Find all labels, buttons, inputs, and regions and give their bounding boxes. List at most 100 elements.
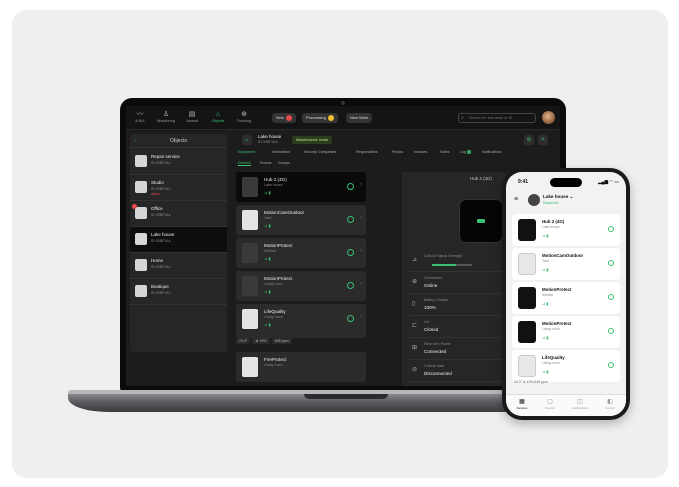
object-tabs: Equipment Information Security Companies…	[238, 150, 558, 158]
nav-ajax[interactable]: 〰 AJAX	[128, 110, 152, 123]
device-item-motionprotect-kitchen[interactable]: MotionProtect Kitchen ⊿ ▮ ›	[236, 238, 366, 268]
subtab-rooms[interactable]: Rooms	[260, 161, 271, 165]
nav-journal[interactable]: ▤ Journal	[180, 110, 204, 123]
nav-monitoring[interactable]: ♙ Monitoring	[154, 110, 178, 123]
check-icon	[608, 328, 614, 334]
alert-marker	[132, 204, 137, 209]
user-avatar[interactable]	[542, 111, 555, 124]
phone-device-motionprotect-living[interactable]: MotionProtect Living room ⊿ ▮	[512, 316, 620, 348]
check-icon	[608, 362, 614, 368]
phone-device-lifequality[interactable]: LifeQuality Living room ⊿ ▮	[512, 350, 620, 382]
device-status-icons: ⊿ ▮	[264, 289, 271, 294]
objects-panel-header: ‹ Objects	[130, 134, 227, 148]
subtab-groups[interactable]: Groups	[278, 161, 290, 165]
nav-objects[interactable]: ⌂ Objects	[206, 110, 230, 123]
settings-icon[interactable]: ⚙	[524, 135, 534, 145]
phone-object-title[interactable]: Lake house ⌄	[543, 194, 573, 200]
tab-equipment[interactable]: Equipment	[238, 150, 255, 154]
phone-tab-bar: ▦ Devices ▢ Rooms ◫ Notifications ◧ Control	[506, 394, 626, 416]
phone-device-motionprotect-kitchen[interactable]: MotionProtect Kitchen ⊿ ▮	[512, 282, 620, 314]
tab-responsibles[interactable]: Responsibles	[356, 150, 378, 154]
phone-tab-rooms[interactable]: ▢ Rooms	[538, 398, 562, 410]
object-item-lake-house[interactable]: Lake house ID 00BF1A4	[130, 227, 227, 253]
tab-information[interactable]: Information	[272, 150, 290, 154]
device-thumbnail	[518, 219, 536, 241]
tab-notifications[interactable]: Notifications	[482, 150, 502, 154]
device-item-fireprotect[interactable]: FireProtect Living room	[236, 352, 366, 382]
new-work-button[interactable]: New Work	[346, 113, 373, 123]
device-thumbnail	[518, 321, 536, 343]
phone-tab-devices[interactable]: ▦ Devices	[510, 398, 534, 410]
device-list: Hub 2 (4G) Lake house ⊿ ▮ › MotionCamOutdoo…	[236, 172, 366, 386]
object-item-boutique[interactable]: Boutique ID 00BF1A4	[130, 279, 227, 305]
object-item-home[interactable]: Home ID 00BF1A4	[130, 253, 227, 279]
phone-device-hub[interactable]: Hub 2 (4G) Lake house ⊿ ▮	[512, 214, 620, 246]
tab-invoices[interactable]: Invoices	[414, 150, 427, 154]
alarm-label: Alarm	[151, 192, 161, 196]
laptop-screen: 〰 AJAX ♙ Monitoring ▤ Journal ⌂ Objects ⊕ Tra…	[126, 106, 560, 386]
processing-count-dot	[327, 114, 334, 121]
object-title: Lake house	[258, 134, 282, 139]
tab-security-companies[interactable]: Security Companies	[304, 150, 336, 154]
signal-icon: ⊿	[412, 257, 418, 263]
subtab-devices[interactable]: Devices	[238, 161, 251, 166]
phone-time: 9:41	[518, 179, 529, 185]
check-icon	[608, 294, 614, 300]
nav-tracking[interactable]: ⊕ Tracking	[232, 110, 256, 123]
device-status-icons: ⊿ ▮	[542, 268, 549, 272]
connection-icon: ⊕	[412, 279, 418, 285]
laptop-camera	[341, 101, 345, 105]
object-thumbnail	[135, 233, 147, 245]
tab-notes[interactable]: Notes	[440, 150, 449, 154]
search-icon: ⌕	[461, 115, 464, 121]
devices-icon: ▦	[519, 399, 525, 405]
dynamic-island	[550, 178, 582, 187]
chevron-right-icon: ›	[360, 281, 362, 287]
check-icon	[608, 226, 614, 232]
alarm-count-dot	[286, 114, 293, 121]
object-item-repair-service[interactable]: Repair service ID 00BF1A4	[130, 149, 227, 175]
processing-button[interactable]: Processing	[302, 113, 338, 123]
device-item-hub[interactable]: Hub 2 (4G) Lake house ⊿ ▮ ›	[236, 172, 366, 202]
battery-icon: ▯	[412, 301, 416, 307]
device-thumbnail	[518, 287, 536, 309]
chevron-right-icon: ›	[360, 314, 362, 320]
back-arrow-icon[interactable]: ‹	[134, 134, 136, 148]
device-status-icons: ⊿ ▮	[542, 370, 549, 374]
phone-tab-notifications[interactable]: ◫ Notifications	[568, 398, 592, 410]
control-icon: ◧	[607, 399, 613, 405]
device-item-lifequality[interactable]: LifeQuality Living room ⊿ ▮ ›	[236, 304, 366, 338]
humidity-reading: ⊚ 19%	[252, 338, 270, 344]
object-avatar[interactable]	[528, 194, 540, 206]
phone-device-motioncam-outdoor[interactable]: MotionCamOutdoor Yard ⊿ ▮	[512, 248, 620, 280]
monitoring-icon: ♙	[162, 111, 170, 118]
tab-log[interactable]: Log 1	[460, 150, 471, 154]
phone-tab-control[interactable]: ◧ Control	[598, 398, 622, 410]
device-status-icons: ⊿ ▮	[264, 322, 271, 327]
co2-reading: 645 ppm	[271, 338, 292, 344]
device-thumbnail	[242, 357, 258, 377]
tab-photos[interactable]: Photos	[392, 150, 403, 154]
new-alarms-button[interactable]: New	[272, 113, 297, 123]
device-status-icons: ⊿ ▮	[264, 223, 271, 228]
rooms-icon: ▢	[547, 399, 553, 405]
check-icon	[347, 216, 354, 223]
device-status-icons: ⊿ ▮	[264, 190, 271, 195]
check-icon	[608, 260, 614, 266]
object-item-office[interactable]: Office ID 00BF1A4	[130, 201, 227, 227]
objects-panel: ‹ Objects Repair service ID 00BF1A4 Studi…	[130, 134, 227, 352]
object-thumbnail	[135, 259, 147, 271]
object-home-icon[interactable]: ⌂	[242, 135, 252, 145]
object-id: ID 00BF1A4	[258, 140, 278, 144]
maintenance-mode-badge[interactable]: Maintenance mode	[292, 136, 333, 144]
search-input[interactable]: ⌕ Search for full name or ID	[458, 113, 536, 123]
temperature-reading: 24.3°	[236, 338, 251, 344]
edit-icon[interactable]: ✎	[538, 135, 548, 145]
device-item-motioncam-outdoor[interactable]: MotionCamOutdoor Yard ⊿ ▮ ›	[236, 205, 366, 235]
cellular-icon: ⊘	[412, 367, 418, 373]
object-item-studio[interactable]: Studio ID 00BF1A4 Alarm	[130, 175, 227, 201]
device-thumbnail	[518, 253, 536, 275]
device-item-motionprotect-living[interactable]: MotionProtect Living room ⊿ ▮ ›	[236, 271, 366, 301]
menu-icon[interactable]: ≡	[514, 196, 518, 203]
phone-screen: 9:41 ▂▄▆ ◠ ▭ ≡ Lake house ⌄ Disarmed Hub…	[506, 172, 626, 416]
